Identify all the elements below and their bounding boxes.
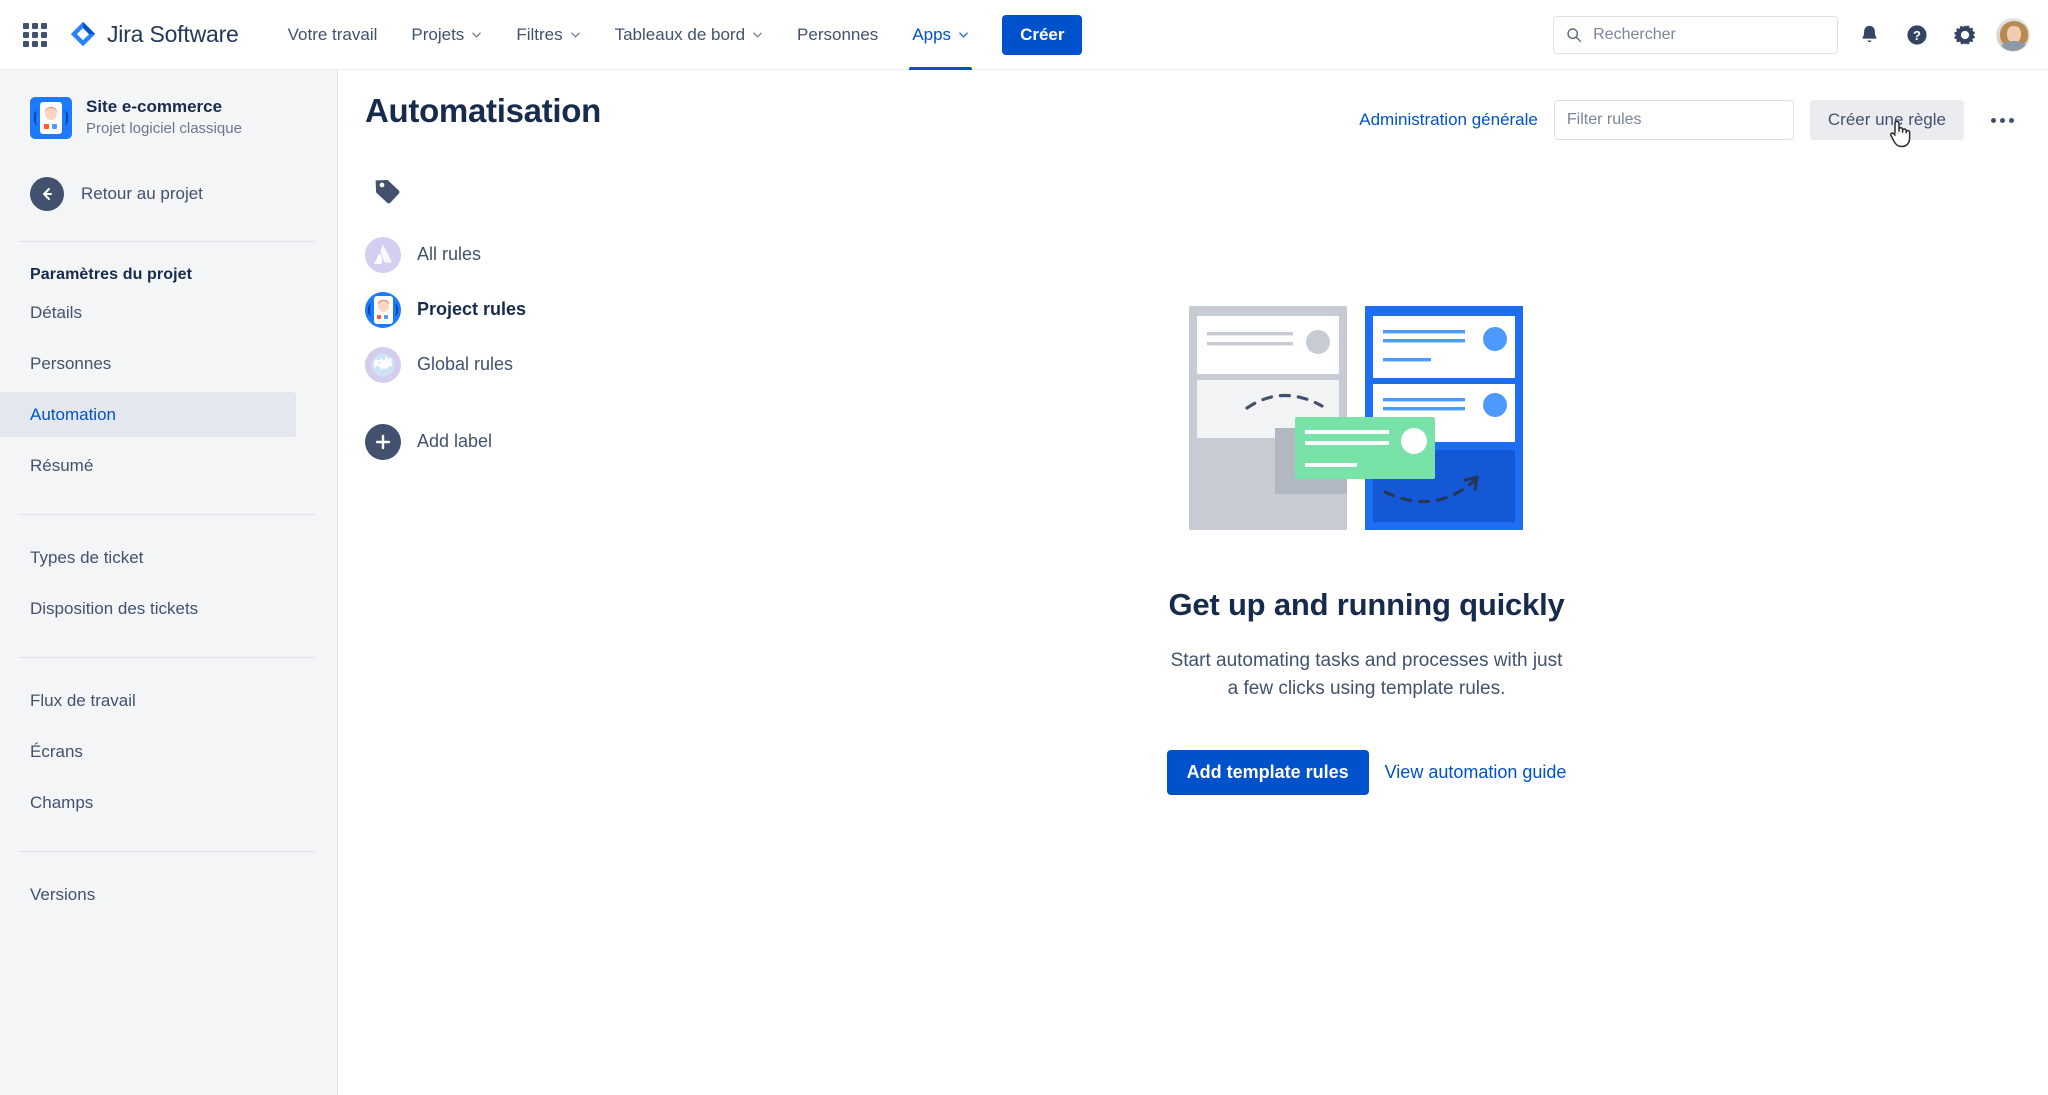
sidebar-item-champs[interactable]: Champs xyxy=(0,780,337,825)
empty-state-subtitle: Start automating tasks and processes wit… xyxy=(1170,650,1563,699)
search-icon xyxy=(1567,27,1582,42)
automation-rules-illustration xyxy=(1188,306,1523,530)
label-rail-item-all-rules[interactable]: All rules xyxy=(365,227,685,282)
back-to-project-link[interactable]: Retour au projet xyxy=(0,173,337,215)
sidebar-item-details[interactable]: Détails xyxy=(0,290,337,335)
sidebar-divider xyxy=(18,851,315,853)
primary-nav: Votre travail Projets Filtres Tableaux d… xyxy=(271,0,1083,70)
header-actions: Administration générale Créer une règle xyxy=(1359,92,2024,140)
nav-item-label: Apps xyxy=(912,24,952,44)
settings-gear-icon[interactable] xyxy=(1948,18,1982,52)
content-body: All rules Project rules Global rules Add… xyxy=(339,140,2048,796)
chevron-down-icon xyxy=(959,32,968,38)
sidebar-item-label: Personnes xyxy=(30,353,112,373)
create-button[interactable]: Créer xyxy=(1002,14,1083,55)
avatar-face xyxy=(2007,25,2021,43)
sidebar-item-label: Versions xyxy=(30,884,96,904)
empty-state-title: Get up and running quickly xyxy=(1168,587,1565,622)
brand-name: Jira Software xyxy=(107,21,239,47)
sidebar-item-label: Automation xyxy=(30,404,116,424)
brand-home-link[interactable]: Jira Software xyxy=(68,20,239,50)
nav-right-actions: ? xyxy=(1553,15,2030,54)
user-avatar[interactable] xyxy=(1996,17,2030,52)
chevron-down-icon xyxy=(472,32,482,38)
sidebar-section-title: Paramètres du projet xyxy=(30,266,193,284)
sidebar-item-resume[interactable]: Résumé xyxy=(0,443,337,488)
project-sidebar: Site e-commerce Projet logiciel classiqu… xyxy=(0,70,338,1095)
sidebar-item-flux-de-travail[interactable]: Flux de travail xyxy=(0,678,337,723)
nav-item-tableaux-de-bord[interactable]: Tableaux de bord xyxy=(598,0,780,70)
sidebar-item-types-de-ticket[interactable]: Types de ticket xyxy=(0,535,337,580)
sidebar-item-label: Champs xyxy=(30,792,94,812)
svg-text:?: ? xyxy=(1913,28,1921,43)
sidebar-item-label: Types de ticket xyxy=(30,547,144,567)
atlassian-logo-icon xyxy=(365,236,401,273)
back-to-project-label: Retour au projet xyxy=(81,184,203,204)
plus-circle-icon xyxy=(365,423,401,460)
chevron-down-icon xyxy=(570,32,580,38)
label-rail-item-project-rules[interactable]: Project rules xyxy=(365,282,685,337)
sidebar-item-disposition-des-tickets[interactable]: Disposition des tickets xyxy=(0,586,337,631)
main-content: Automatisation Administration générale C… xyxy=(339,70,2048,1095)
sidebar-item-versions[interactable]: Versions xyxy=(0,872,337,917)
view-automation-guide-link[interactable]: View automation guide xyxy=(1385,762,1567,783)
sidebar-item-label: Détails xyxy=(30,302,82,322)
globe-icon xyxy=(365,346,401,383)
project-avatar-icon xyxy=(30,96,72,139)
project-avatar-icon xyxy=(365,291,401,328)
add-template-rules-button[interactable]: Add template rules xyxy=(1166,750,1369,796)
tag-label-icon xyxy=(375,180,400,204)
label-rail-item-global-rules[interactable]: Global rules xyxy=(365,337,685,392)
more-horizontal-icon[interactable] xyxy=(1980,100,2024,140)
label-rail-item-label: All rules xyxy=(417,244,482,264)
help-question-icon[interactable]: ? xyxy=(1900,18,1934,52)
sidebar-divider xyxy=(18,514,315,516)
content-header: Automatisation Administration générale C… xyxy=(339,70,2048,140)
global-administration-link[interactable]: Administration générale xyxy=(1359,110,1538,130)
nav-item-label: Filtres xyxy=(516,24,563,44)
empty-state: Get up and running quickly Start automat… xyxy=(685,140,2048,796)
sidebar-item-automation[interactable]: Automation xyxy=(0,392,296,438)
notifications-bell-icon[interactable] xyxy=(1852,18,1886,52)
sidebar-item-ecrans[interactable]: Écrans xyxy=(0,729,337,774)
grid-apps-icon[interactable] xyxy=(18,18,52,52)
sidebar-item-personnes[interactable]: Personnes xyxy=(0,341,337,386)
label-rail-item-label: Project rules xyxy=(417,299,527,319)
nav-item-votre-travail[interactable]: Votre travail xyxy=(271,0,395,70)
create-rule-button[interactable]: Créer une règle xyxy=(1809,100,1964,140)
project-header[interactable]: Site e-commerce Projet logiciel classiqu… xyxy=(0,70,337,139)
nav-item-filtres[interactable]: Filtres xyxy=(499,0,597,70)
avatar-body xyxy=(2001,40,2027,51)
jira-diamond-logo xyxy=(70,21,96,46)
arrow-left-circle-icon xyxy=(30,177,64,212)
top-navigation-bar: Jira Software Votre travail Projets Filt… xyxy=(0,0,2048,70)
sidebar-item-label: Écrans xyxy=(30,741,83,761)
label-rail: All rules Project rules Global rules Add… xyxy=(365,140,685,795)
project-type: Projet logiciel classique xyxy=(86,119,242,137)
nav-item-label: Votre travail xyxy=(287,24,378,44)
rail-spacer xyxy=(365,392,685,414)
search-box[interactable] xyxy=(1553,15,1838,54)
label-rail-item-label: Global rules xyxy=(417,354,514,374)
nav-item-personnes[interactable]: Personnes xyxy=(780,0,895,70)
nav-item-label: Projets xyxy=(411,24,465,44)
search-input[interactable] xyxy=(1593,25,1825,44)
project-name: Site e-commerce xyxy=(86,97,223,116)
sidebar-item-label: Disposition des tickets xyxy=(30,598,199,618)
nav-item-projets[interactable]: Projets xyxy=(394,0,499,70)
add-label-text: Add label xyxy=(417,431,493,451)
nav-item-label: Tableaux de bord xyxy=(614,24,746,44)
sidebar-item-label: Résumé xyxy=(30,455,94,475)
empty-state-actions: Add template rules View automation guide xyxy=(1166,750,1567,796)
nav-item-label: Personnes xyxy=(797,24,879,44)
page-title: Automatisation xyxy=(365,92,601,129)
sidebar-divider xyxy=(18,657,315,659)
sidebar-item-label: Flux de travail xyxy=(30,690,136,710)
chevron-down-icon xyxy=(753,32,762,38)
filter-rules-input[interactable] xyxy=(1553,100,1794,140)
add-label-button[interactable]: Add label xyxy=(365,414,685,469)
nav-item-apps[interactable]: Apps xyxy=(895,0,986,70)
